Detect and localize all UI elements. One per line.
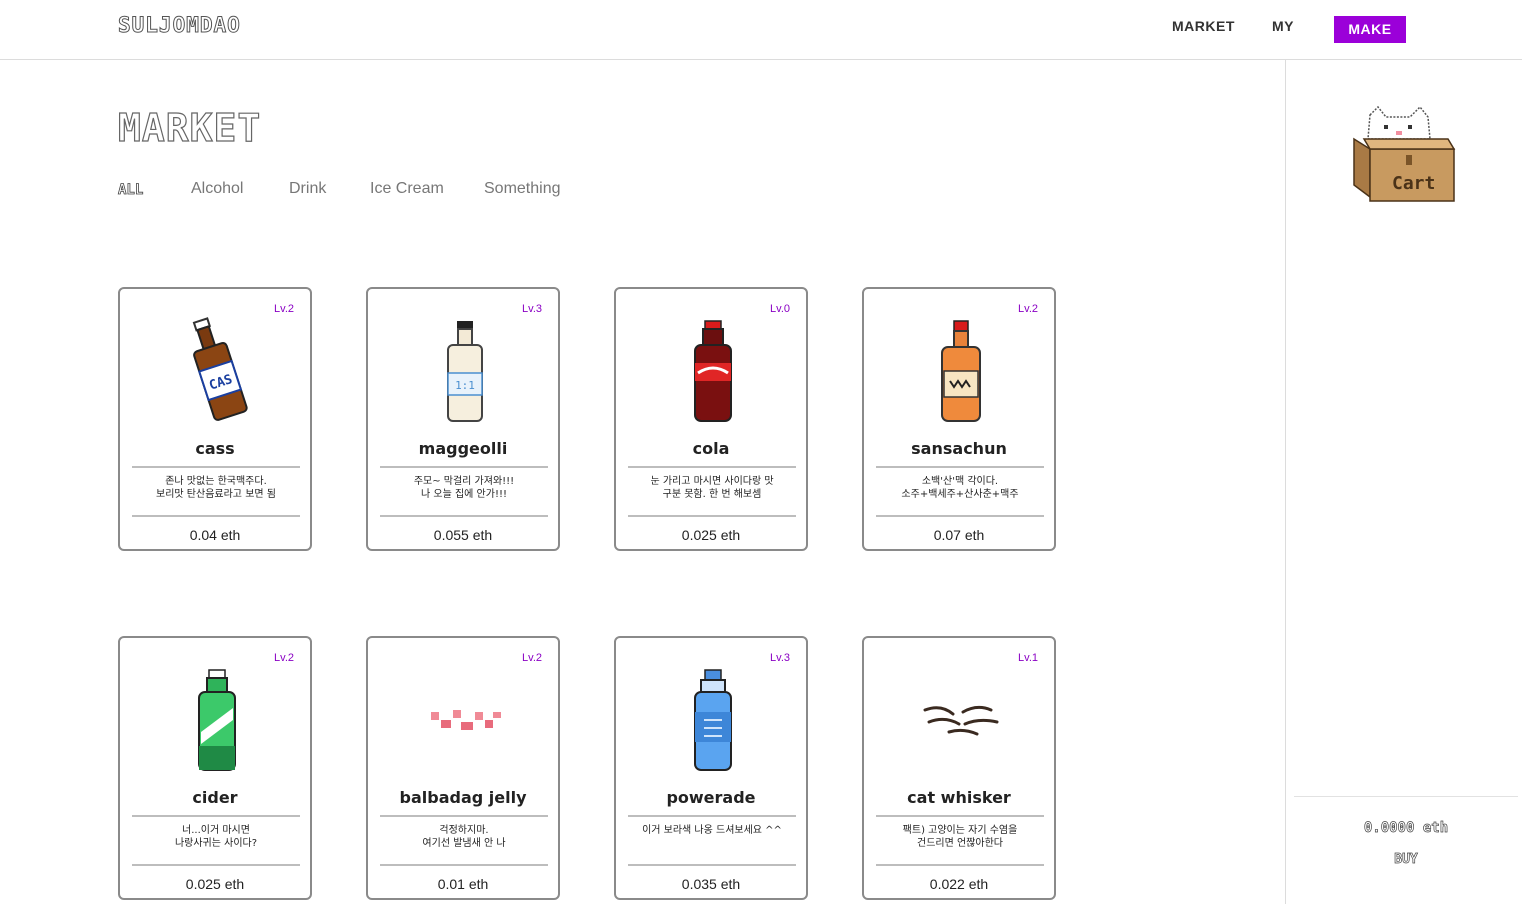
product-card-cola[interactable]: Lv.0 cola 눈 가리고 마시면 사이다랑 맛 구분 못함. 한 번 해보셈… (614, 287, 808, 551)
powerade-bottle-icon (663, 664, 763, 776)
divider (380, 815, 548, 817)
divider (876, 815, 1044, 817)
level-badge: Lv.1 (1018, 652, 1038, 664)
jelly-icon (415, 664, 515, 776)
sansachun-bottle-icon (911, 315, 1011, 427)
beer-bottle-icon: CAS (167, 315, 267, 427)
cola-bottle-icon (663, 315, 763, 427)
cart-total: 0.0000 eth (1363, 820, 1449, 837)
divider (628, 515, 796, 517)
product-name: powerade (666, 788, 756, 807)
product-name: sansachun (911, 439, 1007, 458)
product-description: 걱정하지마. 여기선 발냄새 안 나 (422, 825, 506, 849)
product-price: 0.055 eth (433, 527, 493, 543)
level-badge: Lv.3 (770, 652, 790, 664)
cider-bottle-icon (167, 664, 267, 776)
product-description: 눈 가리고 마시면 사이다랑 맛 구분 못함. 한 번 해보셈 (650, 476, 774, 500)
divider (380, 864, 548, 866)
product-price: 0.035 eth (681, 876, 741, 892)
product-name: cat whisker (907, 788, 1011, 807)
product-description: 주모~ 막걸리 가져와!!! 나 오늘 집에 안가!!! (413, 476, 515, 500)
level-badge: Lv.2 (522, 652, 542, 664)
divider (380, 515, 548, 517)
product-card-maggeolli[interactable]: Lv.3 1:1 maggeolli 주모~ 막걸리 가져와!!! 나 오늘 집에… (366, 287, 560, 551)
divider (1294, 796, 1518, 797)
cart-button[interactable]: Cart (1350, 105, 1460, 205)
make-button[interactable]: MAKE (1334, 16, 1406, 43)
divider (132, 864, 300, 866)
product-card-powerade[interactable]: Lv.3 powerade 이거 보라색 나옹 드셔보세요 ^^ 0.035 e… (614, 636, 808, 900)
product-card-balbadag-jelly[interactable]: Lv.2 balbadag jelly 걱정하지마. 여기선 발냄새 안 나 0.… (366, 636, 560, 900)
filter-drink[interactable]: Drink (289, 180, 326, 198)
divider (628, 815, 796, 817)
product-description: 팩트) 고양이는 자기 수염을 건드리면 언짢아한다 (902, 825, 1018, 849)
product-description: 소백'산'맥 각이다. 소주+백세주+산사춘+맥주 (901, 476, 1019, 500)
product-name: maggeolli (418, 439, 508, 458)
divider (628, 466, 796, 468)
product-price: 0.07 eth (933, 527, 985, 543)
product-description: 이거 보라색 나옹 드셔보세요 ^^ (642, 825, 782, 836)
nav-my-link[interactable]: MY (1272, 18, 1294, 34)
divider (380, 466, 548, 468)
top-navigation-bar: SULJOMDAO MARKET MY MAKE (0, 0, 1522, 60)
site-logo[interactable]: SULJOMDAO (118, 13, 241, 38)
cart-sidebar: Cart 0.0000 eth BUY (1285, 60, 1522, 904)
filter-something[interactable]: Something (484, 180, 561, 198)
divider (876, 515, 1044, 517)
level-badge: Lv.0 (770, 303, 790, 315)
divider (876, 466, 1044, 468)
product-description: 존나 맛없는 한국맥주다. 보리맛 탄산음료라고 보면 됨 (156, 476, 276, 500)
filter-all[interactable]: ALL (118, 182, 144, 199)
product-card-cass[interactable]: Lv.2 CAS cass 존나 맛없는 한국맥주다. 보리맛 탄산음료라고 보면… (118, 287, 312, 551)
product-price: 0.01 eth (437, 876, 489, 892)
level-badge: Lv.3 (522, 303, 542, 315)
product-card-sansachun[interactable]: Lv.2 sansachun 소백'산'맥 각이다. 소주+백세주+산사춘+맥주 … (862, 287, 1056, 551)
divider (132, 515, 300, 517)
product-price: 0.04 eth (189, 527, 241, 543)
level-badge: Lv.2 (274, 652, 294, 664)
product-name: balbadag jelly (399, 788, 527, 807)
cat-whisker-icon (911, 664, 1011, 776)
product-card-cat-whisker[interactable]: Lv.1 cat whisker 팩트) 고양이는 자기 수염을 건드리면 언짢아… (862, 636, 1056, 900)
divider (628, 864, 796, 866)
product-description: 너...이거 마시면 나랑사귀는 사이다? (174, 825, 258, 849)
filter-ice-cream[interactable]: Ice Cream (370, 180, 444, 198)
buy-button[interactable]: BUY (1286, 852, 1522, 868)
level-badge: Lv.2 (274, 303, 294, 315)
product-name: cola (692, 439, 730, 458)
nav-market-link[interactable]: MARKET (1172, 18, 1235, 34)
page-title: MARKET (117, 105, 262, 150)
cart-label: Cart (1392, 173, 1436, 194)
divider (132, 815, 300, 817)
filter-alcohol[interactable]: Alcohol (191, 180, 243, 198)
product-name: cider (192, 788, 238, 807)
svg-text:1:1: 1:1 (455, 379, 475, 392)
divider (876, 864, 1044, 866)
makgeolli-bottle-icon: 1:1 (415, 315, 515, 427)
product-price: 0.022 eth (929, 876, 989, 892)
level-badge: Lv.2 (1018, 303, 1038, 315)
product-price: 0.025 eth (681, 527, 741, 543)
product-card-cider[interactable]: Lv.2 cider 너...이거 마시면 나랑사귀는 사이다? 0.025 et… (118, 636, 312, 900)
product-name: cass (195, 439, 235, 458)
product-price: 0.025 eth (185, 876, 245, 892)
divider (132, 466, 300, 468)
